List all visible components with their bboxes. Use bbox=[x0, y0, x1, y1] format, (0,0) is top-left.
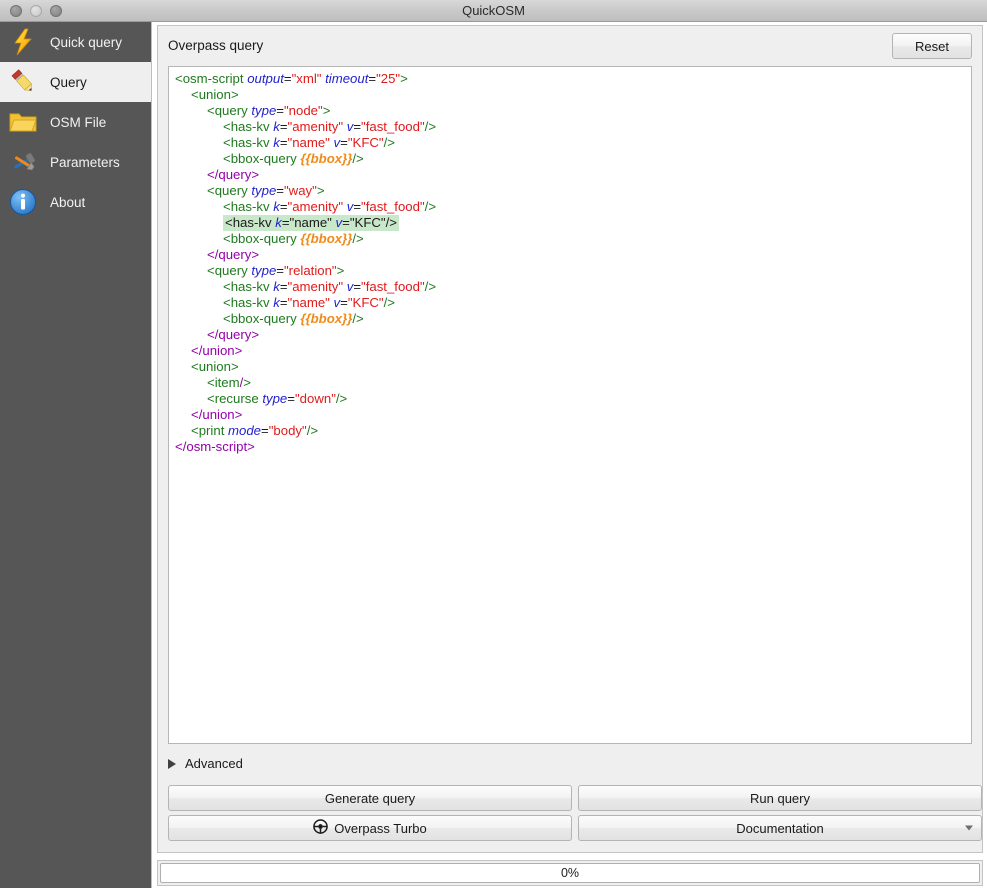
code-line: <has-kv k="name" v="KFC"/> bbox=[223, 135, 395, 150]
folder-icon bbox=[8, 107, 38, 137]
sidebar-item-about[interactable]: About bbox=[0, 182, 151, 222]
overpass-turbo-label: Overpass Turbo bbox=[334, 820, 427, 836]
code-line: <query type="relation"> bbox=[207, 263, 345, 278]
sidebar-item-osm-file[interactable]: OSM File bbox=[0, 102, 151, 142]
generate-query-button[interactable]: Generate query bbox=[168, 785, 572, 811]
sidebar-item-label: OSM File bbox=[50, 114, 107, 130]
sidebar-item-label: Query bbox=[50, 74, 87, 90]
tools-icon bbox=[8, 147, 38, 177]
advanced-label: Advanced bbox=[185, 756, 243, 771]
panel-header: Overpass query Reset bbox=[158, 26, 982, 68]
code-line: <has-kv k="name" v="KFC"/> bbox=[175, 215, 436, 231]
advanced-disclosure[interactable]: Advanced bbox=[168, 756, 243, 771]
code-line: </query> bbox=[207, 167, 260, 182]
sidebar-item-quick-query[interactable]: Quick query bbox=[0, 22, 151, 62]
code-line: </query> bbox=[207, 247, 260, 262]
highlighted-code-line: <has-kv k="name" v="KFC"/> bbox=[223, 215, 399, 231]
overpass-turbo-icon bbox=[313, 819, 329, 837]
sidebar-item-parameters[interactable]: Parameters bbox=[0, 142, 151, 182]
query-page: Overpass query Reset <osm-script output=… bbox=[157, 25, 983, 853]
chevron-down-icon bbox=[965, 825, 973, 831]
code-line: <item/> bbox=[207, 375, 251, 390]
code-line: <query type="way"> bbox=[207, 183, 325, 198]
chevron-right-icon bbox=[168, 758, 176, 769]
sidebar-item-query[interactable]: Query bbox=[0, 62, 151, 102]
code-line: <has-kv k="amenity" v="fast_food"/> bbox=[223, 119, 437, 134]
sidebar-item-label: Quick query bbox=[50, 34, 123, 50]
code-line: <bbox-query {{bbox}}/> bbox=[223, 151, 364, 166]
code-line: <recurse type="down"/> bbox=[207, 391, 348, 406]
sidebar: Quick query Query OSM File Parameters Ab… bbox=[0, 22, 152, 888]
code-line: <has-kv k="name" v="KFC"/> bbox=[223, 295, 395, 310]
code-line: <osm-script output="xml" timeout="25"> bbox=[175, 71, 408, 86]
documentation-label: Documentation bbox=[736, 820, 824, 836]
main-panel: Overpass query Reset <osm-script output=… bbox=[153, 22, 987, 888]
code-line: </query> bbox=[207, 327, 260, 342]
progress-bar: 0% bbox=[160, 863, 980, 883]
code-line: </union> bbox=[191, 407, 243, 422]
code-line: <print mode="body"/> bbox=[191, 423, 319, 438]
sidebar-item-label: Parameters bbox=[50, 154, 120, 170]
code-line: </osm-script> bbox=[175, 439, 255, 454]
code-line: <union> bbox=[191, 359, 239, 374]
info-circle-icon bbox=[8, 187, 38, 217]
code-line: </union> bbox=[191, 343, 243, 358]
documentation-dropdown[interactable]: Documentation bbox=[578, 815, 982, 841]
run-query-button[interactable]: Run query bbox=[578, 785, 982, 811]
window-titlebar: QuickOSM bbox=[0, 0, 987, 22]
code-line: <bbox-query {{bbox}}/> bbox=[223, 311, 364, 326]
sidebar-item-label: About bbox=[50, 194, 86, 210]
reset-button[interactable]: Reset bbox=[892, 33, 972, 59]
pencil-icon bbox=[8, 67, 38, 97]
progress-label: 0% bbox=[560, 866, 580, 880]
quickosm-dialog: QuickOSM Quick query Query OSM File Para… bbox=[0, 0, 987, 888]
lightning-bolt-icon bbox=[8, 27, 38, 57]
code-line: <bbox-query {{bbox}}/> bbox=[223, 231, 364, 246]
code-line: <query type="node"> bbox=[207, 103, 331, 118]
query-code[interactable]: <osm-script output="xml" timeout="25"> <u… bbox=[175, 71, 436, 455]
window-title: QuickOSM bbox=[462, 3, 525, 18]
overpass-turbo-button[interactable]: Overpass Turbo bbox=[168, 815, 572, 841]
progress-area: 0% bbox=[157, 860, 983, 886]
overpass-query-editor[interactable]: <osm-script output="xml" timeout="25"> <u… bbox=[168, 66, 972, 744]
code-line: <has-kv k="amenity" v="fast_food"/> bbox=[223, 199, 437, 214]
code-line: <union> bbox=[191, 87, 239, 102]
page-title: Overpass query bbox=[168, 38, 264, 53]
code-line: <has-kv k="amenity" v="fast_food"/> bbox=[223, 279, 437, 294]
